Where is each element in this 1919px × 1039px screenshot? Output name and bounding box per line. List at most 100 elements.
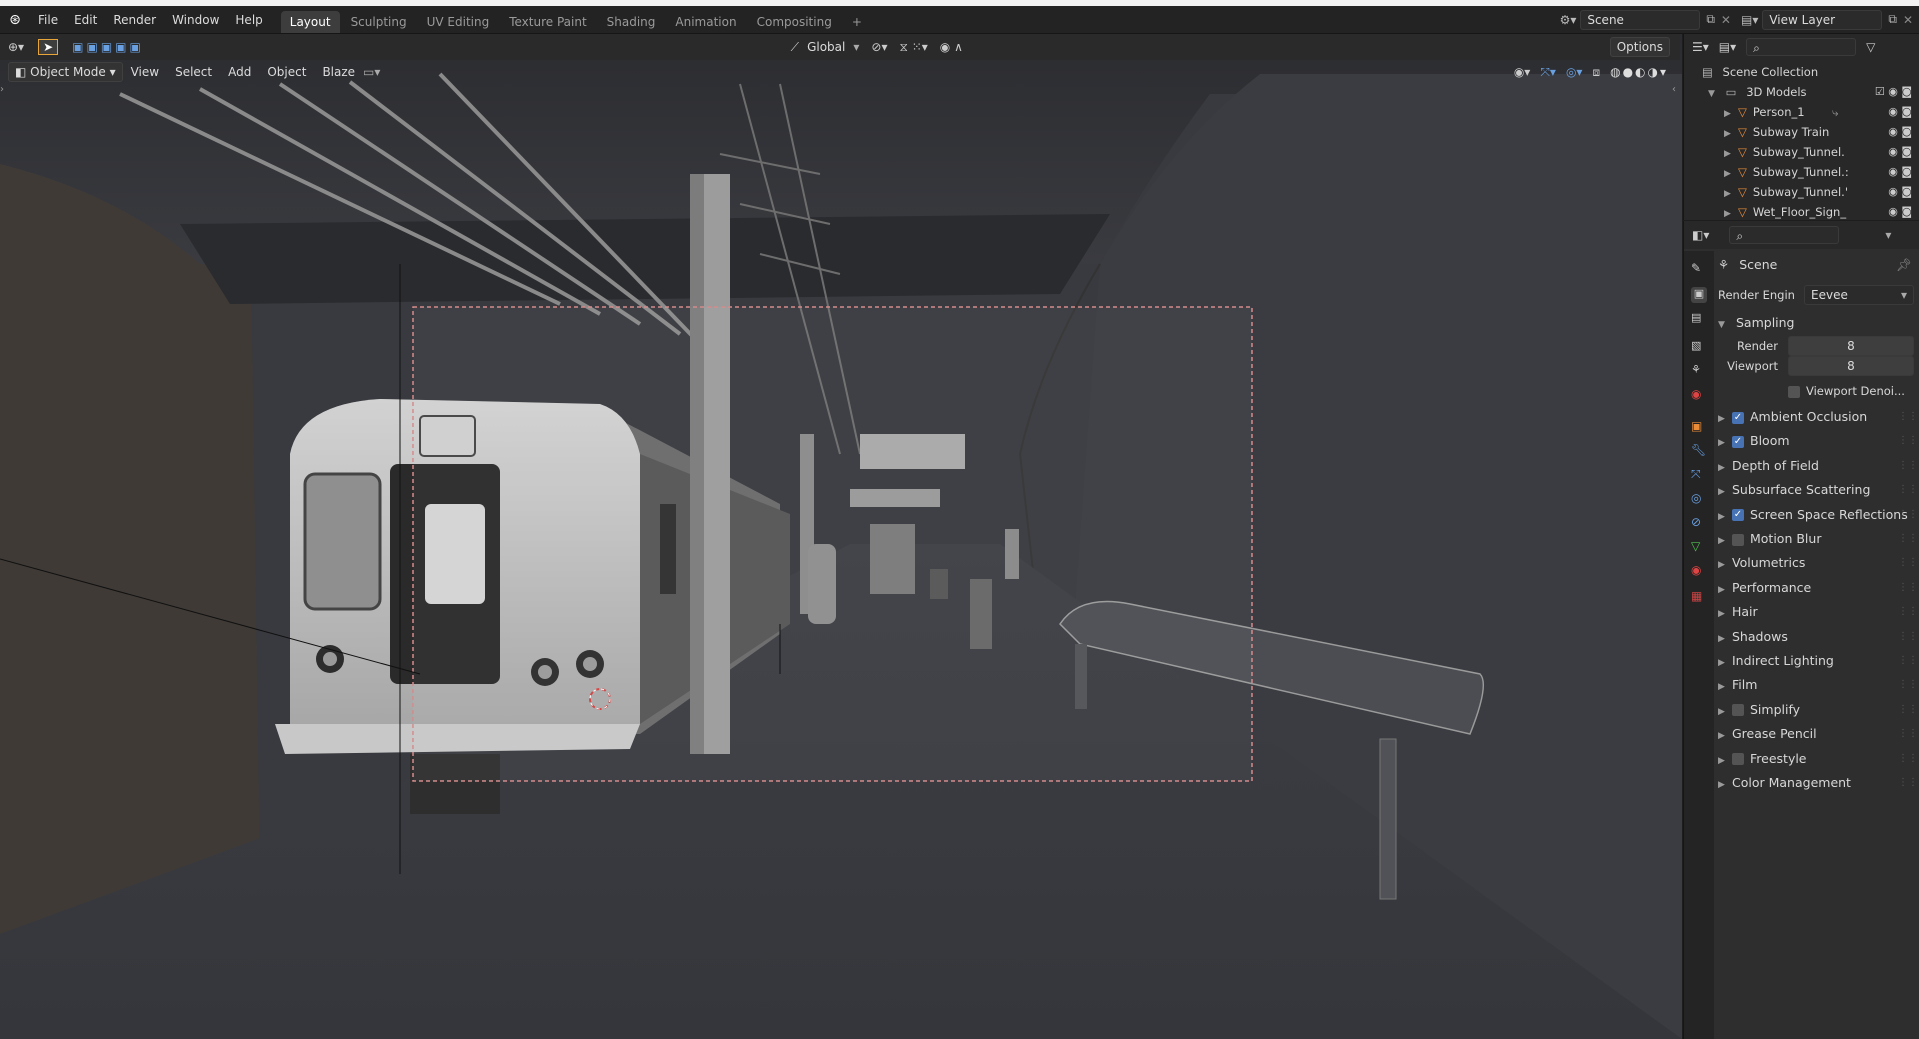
settings-panel-header[interactable]: ▶ Shadows ⋮⋮ xyxy=(1718,625,1918,649)
settings-panel-header[interactable]: ▶ Color Management ⋮⋮ xyxy=(1718,771,1918,795)
drag-handle-icon[interactable]: ⋮⋮ xyxy=(1898,747,1918,771)
particles-tab-icon[interactable]: ⤧ xyxy=(1691,467,1707,483)
settings-panel-header[interactable]: ▶ Freestyle ⋮⋮ xyxy=(1718,747,1918,771)
outliner-object-row[interactable]: ▶ ▽ Person_1 ⤷ ◉ ◙ xyxy=(1684,102,1919,122)
drag-handle-icon[interactable]: ⋮⋮ xyxy=(1898,625,1918,649)
drag-handle-icon[interactable]: ⋮⋮ xyxy=(1898,503,1918,527)
drag-handle-icon[interactable]: ⋮⋮ xyxy=(1898,527,1918,551)
editor-type-icon[interactable]: ⊕▾ xyxy=(8,40,24,54)
menu-render[interactable]: Render xyxy=(105,6,164,34)
tab-layout[interactable]: Layout xyxy=(280,11,340,33)
new-scene-icon[interactable]: ⧉ xyxy=(1706,12,1715,27)
drag-handle-icon[interactable]: ⋮⋮ xyxy=(1898,600,1918,624)
settings-panel-header[interactable]: ▶ Grease Pencil ⋮⋮ xyxy=(1718,722,1918,746)
visibility-render-toggles-icon[interactable]: ◉ ◙ xyxy=(1888,142,1912,162)
orientation-dropdown[interactable]: Global xyxy=(799,40,853,54)
overlay-toggle-icon[interactable]: ◎▾ xyxy=(1566,65,1583,79)
collapse-left-icon[interactable]: › xyxy=(0,84,4,95)
drag-handle-icon[interactable]: ⋮⋮ xyxy=(1898,673,1918,697)
settings-panel-header[interactable]: ▶ Hair ⋮⋮ xyxy=(1718,600,1918,624)
display-mode-icon[interactable]: ▤▾ xyxy=(1719,40,1736,54)
visibility-render-toggles-icon[interactable]: ◉ ◙ xyxy=(1888,182,1912,202)
object-tab-icon[interactable]: ▣ xyxy=(1691,419,1707,435)
tab-animation[interactable]: Animation xyxy=(666,11,745,33)
expand-triangle-icon[interactable]: ▶ xyxy=(1724,124,1738,144)
tab-compositing[interactable]: Compositing xyxy=(748,11,841,33)
menu-view[interactable]: View xyxy=(123,65,167,79)
drag-handle-icon[interactable]: ⋮⋮ xyxy=(1898,771,1918,795)
constraints-tab-icon[interactable]: ⊘ xyxy=(1691,515,1707,531)
viewport-denoise-row[interactable]: Viewport Denoi... xyxy=(1718,379,1918,403)
proportional-edit-icon[interactable]: ◉ ∧ xyxy=(940,40,963,54)
settings-panel-header[interactable]: ▶ Performance ⋮⋮ xyxy=(1718,576,1918,600)
add-workspace-button[interactable]: + xyxy=(843,11,871,33)
settings-panel-header[interactable]: ▶ Simplify ⋮⋮ xyxy=(1718,698,1918,722)
mode-dropdown[interactable]: ◧ Object Mode ▾ xyxy=(8,62,123,82)
panel-enable-checkbox[interactable] xyxy=(1732,753,1744,766)
collection-toggles-icon[interactable]: ☑ ◉ ◙ xyxy=(1875,82,1912,102)
visibility-render-toggles-icon[interactable]: ◉ ◙ xyxy=(1888,122,1912,142)
tab-uv-editing[interactable]: UV Editing xyxy=(418,11,499,33)
render-engine-dropdown[interactable]: Eevee ▾ xyxy=(1804,285,1914,305)
scene-icon[interactable]: ⚙▾ xyxy=(1560,13,1577,27)
blender-logo-icon[interactable]: ⊛ xyxy=(0,12,30,28)
gizmo-dropdown-icon[interactable]: ▭▾ xyxy=(363,65,380,79)
menu-help[interactable]: Help xyxy=(227,6,270,34)
tab-texture-paint[interactable]: Texture Paint xyxy=(500,11,595,33)
drag-handle-icon[interactable]: ⋮⋮ xyxy=(1898,478,1918,502)
drag-handle-icon[interactable]: ⋮⋮ xyxy=(1898,429,1918,453)
xray-toggle-icon[interactable]: ⧈ xyxy=(1592,65,1600,80)
pivot-icon[interactable]: ⊘▾ xyxy=(871,40,887,54)
orientation-icon[interactable]: ⟋ xyxy=(791,40,799,55)
shading-modes-icons[interactable]: ◍●◐◑▾ xyxy=(1610,65,1668,79)
drag-handle-icon[interactable]: ⋮⋮ xyxy=(1898,405,1918,429)
modifier-tab-icon[interactable]: 🔧︎ xyxy=(1691,443,1707,459)
drag-handle-icon[interactable]: ⋮⋮ xyxy=(1898,698,1918,722)
panel-enable-checkbox[interactable] xyxy=(1732,411,1744,424)
scene-tab-icon[interactable]: ⚘ xyxy=(1691,363,1707,379)
tab-sculpting[interactable]: Sculpting xyxy=(342,11,416,33)
panel-enable-checkbox[interactable] xyxy=(1732,509,1744,522)
expand-triangle-icon[interactable]: ▶ xyxy=(1724,184,1738,204)
expand-triangle-icon[interactable]: ▶ xyxy=(1724,104,1738,124)
menu-select[interactable]: Select xyxy=(167,65,220,79)
material-tab-icon[interactable]: ◉ xyxy=(1691,563,1707,579)
options-dropdown[interactable]: Options xyxy=(1609,37,1671,57)
panel-enable-checkbox[interactable] xyxy=(1732,435,1744,448)
visibility-render-toggles-icon[interactable]: ◉ ◙ xyxy=(1888,162,1912,182)
outliner-object-row[interactable]: ▶ ▽ Wet_Floor_Sign_ ◉ ◙ xyxy=(1684,202,1919,222)
visibility-render-toggles-icon[interactable]: ◉ ◙ xyxy=(1888,202,1912,222)
expand-triangle-icon[interactable]: ▶ xyxy=(1724,164,1738,184)
tree-root[interactable]: ▤ Scene Collection xyxy=(1684,62,1919,82)
delete-scene-icon[interactable]: ✕ xyxy=(1721,13,1731,27)
settings-panel-header[interactable]: ▶ Indirect Lighting ⋮⋮ xyxy=(1718,649,1918,673)
settings-panel-header[interactable]: ▶ Ambient Occlusion ⋮⋮ xyxy=(1718,405,1918,429)
view-layer-tab-icon[interactable]: ▧ xyxy=(1691,339,1707,355)
render-tab-icon[interactable]: ▣ xyxy=(1691,287,1707,303)
menu-add[interactable]: Add xyxy=(220,65,259,79)
tab-shading[interactable]: Shading xyxy=(598,11,665,33)
settings-panel-header[interactable]: ▶ Motion Blur ⋮⋮ xyxy=(1718,527,1918,551)
panel-enable-checkbox[interactable] xyxy=(1732,533,1744,546)
snap-icon[interactable]: ⧖ ⁙▾ xyxy=(899,40,927,55)
viewport-denoise-checkbox[interactable] xyxy=(1788,385,1800,398)
view-layer-field[interactable]: View Layer xyxy=(1762,9,1883,30)
visibility-render-toggles-icon[interactable]: ◉ ◙ xyxy=(1888,102,1912,122)
drag-handle-icon[interactable]: ⋮⋮ xyxy=(1898,722,1918,746)
expand-triangle-icon[interactable]: ▶ xyxy=(1724,144,1738,164)
outliner-search-input[interactable]: ⌕ xyxy=(1746,38,1857,56)
texture-tab-icon[interactable]: ▦ xyxy=(1691,589,1707,605)
drag-handle-icon[interactable]: ⋮⋮ xyxy=(1898,649,1918,673)
select-tool-icon[interactable]: ➤ xyxy=(38,39,59,55)
menu-edit[interactable]: Edit xyxy=(66,6,105,34)
properties-options-icon[interactable]: ▾ xyxy=(1885,228,1891,242)
collapse-right-icon[interactable]: ‹ xyxy=(1672,84,1676,95)
properties-search-input[interactable]: ⌕ xyxy=(1729,226,1840,244)
render-samples-input[interactable]: 8 xyxy=(1788,336,1914,356)
outliner-editor-icon[interactable]: ☰▾ xyxy=(1692,40,1709,54)
data-tab-icon[interactable]: ▽ xyxy=(1691,539,1707,555)
drag-handle-icon[interactable]: ⋮⋮ xyxy=(1898,576,1918,600)
expand-triangle-icon[interactable]: ▼ xyxy=(1708,84,1722,104)
filter-icon[interactable]: ▽ xyxy=(1866,40,1875,54)
pin-icon[interactable]: 📌︎ xyxy=(1896,253,1912,277)
